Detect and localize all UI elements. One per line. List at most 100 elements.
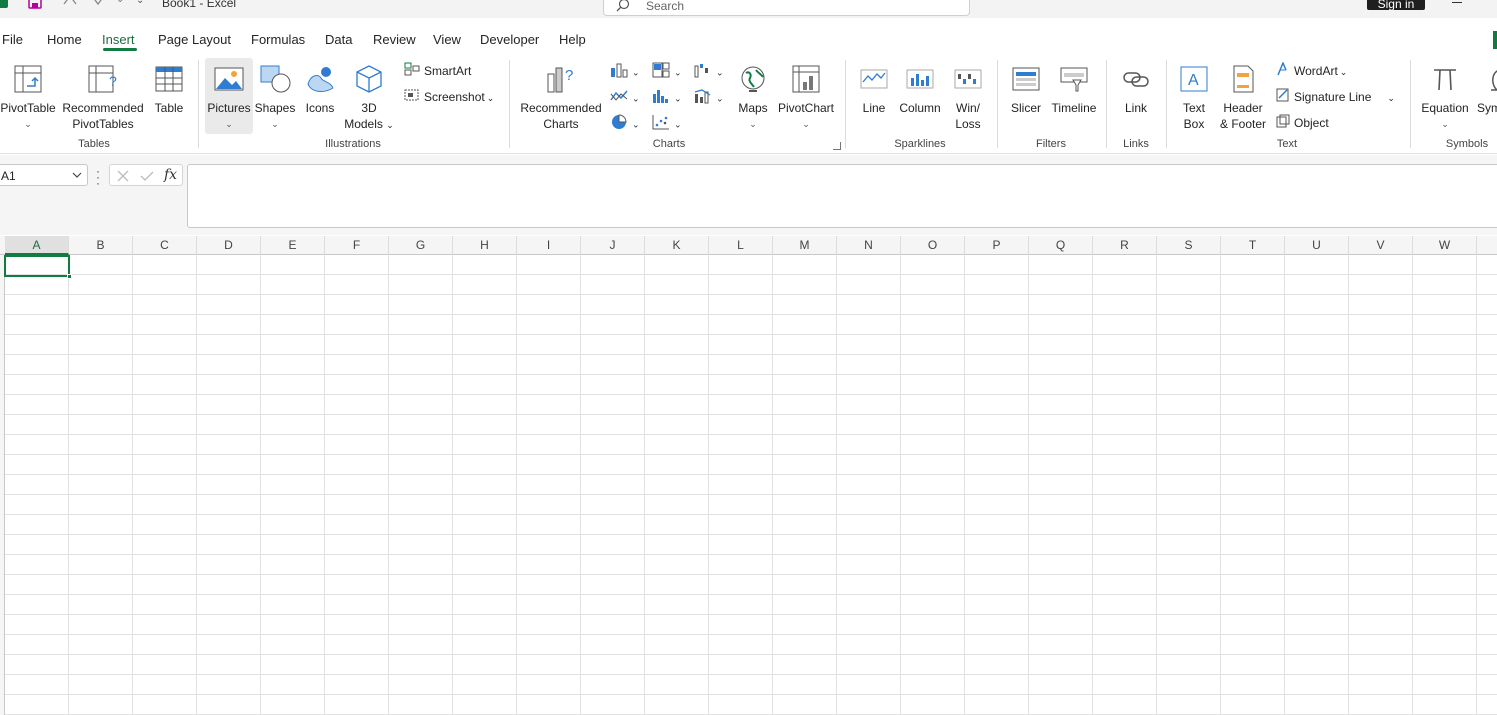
maps-button[interactable]: Maps ⌄ [734, 58, 772, 132]
sparkline-column-button[interactable]: Column [896, 58, 944, 132]
sparkline-line-label: Line [862, 101, 886, 115]
equation-button[interactable]: Equation ⌄ [1418, 58, 1472, 132]
sparkline-winloss-button[interactable]: Win/ Loss [948, 58, 988, 132]
column-header-e[interactable]: E [261, 236, 325, 255]
text-box-label-2: Box [1183, 117, 1205, 131]
column-header-t[interactable]: T [1221, 236, 1285, 255]
column-header-n[interactable]: N [837, 236, 901, 255]
insert-column-chart-button[interactable]: ⌄ [610, 62, 640, 80]
tab-review[interactable]: Review [373, 32, 416, 47]
qat-more-icon[interactable]: ⌄ [116, 0, 124, 5]
column-header-d[interactable]: D [197, 236, 261, 255]
icons-button[interactable]: Icons [300, 58, 340, 132]
redo-icon[interactable] [90, 0, 106, 9]
tab-developer[interactable]: Developer [480, 32, 539, 47]
search-input[interactable]: Search [603, 0, 970, 16]
sparkline-line-button[interactable]: Line [856, 58, 892, 132]
formula-bar-grip-icon[interactable]: · · · [96, 165, 100, 189]
wordart-button[interactable]: WordArt ⌄ [1276, 61, 1348, 80]
cell-grid[interactable] [5, 255, 1497, 715]
column-header-u[interactable]: U [1285, 236, 1349, 255]
column-header-c[interactable]: C [133, 236, 197, 255]
wordart-chevron-icon: ⌄ [1339, 67, 1348, 77]
column-header-q[interactable]: Q [1029, 236, 1093, 255]
tab-page-layout[interactable]: Page Layout [158, 32, 231, 47]
enter-check-icon[interactable] [140, 169, 154, 186]
customize-qat-chevron-icon[interactable]: ⌄ [136, 0, 144, 6]
pivotchart-button[interactable]: PivotChart ⌄ [776, 58, 836, 132]
insert-statistic-chart-button[interactable]: ⌄ [652, 88, 682, 106]
formula-input[interactable] [187, 164, 1497, 228]
save-icon[interactable] [28, 0, 42, 12]
globe-icon [738, 64, 768, 98]
pictures-button[interactable]: Pictures ⌄ [205, 58, 253, 134]
insert-scatter-chart-button[interactable]: ⌄ [652, 114, 682, 132]
column-header-k[interactable]: K [645, 236, 709, 255]
slicer-button[interactable]: Slicer [1006, 58, 1046, 132]
header-footer-button[interactable]: Header & Footer [1216, 58, 1270, 132]
name-box-chevron-icon[interactable] [71, 169, 83, 184]
shapes-button[interactable]: Shapes ⌄ [254, 58, 296, 132]
insert-waterfall-chart-button[interactable]: ⌄ [694, 62, 724, 80]
3d-models-button[interactable]: 3D Models ⌄ [344, 58, 394, 132]
column-header-v[interactable]: V [1349, 236, 1413, 255]
name-box[interactable]: A1 [0, 164, 88, 186]
recommended-charts-button[interactable]: ? Recommended Charts [518, 58, 604, 132]
smartart-icon [404, 62, 420, 81]
tab-view[interactable]: View [433, 32, 461, 47]
signature-line-button[interactable]: Signature Line ⌄ [1276, 88, 1395, 106]
column-header-a[interactable]: A [5, 236, 69, 255]
insert-pie-chart-button[interactable]: ⌄ [610, 114, 640, 132]
comments-button-edge[interactable] [1493, 31, 1497, 49]
recommended-charts-icon: ? [545, 64, 577, 98]
tab-home[interactable]: Home [47, 32, 82, 47]
tab-insert[interactable]: Insert [102, 32, 135, 47]
tab-formulas[interactable]: Formulas [251, 32, 305, 47]
link-button[interactable]: Link [1116, 58, 1156, 132]
column-header-r[interactable]: R [1093, 236, 1157, 255]
sparkline-column-icon [905, 64, 935, 98]
column-header-l[interactable]: L [709, 236, 773, 255]
insert-combo-chart-button[interactable]: ⌄ [694, 88, 724, 106]
column-header-b[interactable]: B [69, 236, 133, 255]
charts-dialog-launcher-icon[interactable] [833, 142, 841, 150]
table-button[interactable]: Table [150, 58, 188, 132]
recommended-pivottables-button[interactable]: ? Recommended PivotTables [60, 58, 146, 132]
tab-help[interactable]: Help [559, 32, 586, 47]
undo-icon[interactable] [62, 0, 78, 9]
group-label-symbols: Symbols [1445, 138, 1489, 150]
sign-in-button[interactable]: Sign in [1367, 0, 1425, 11]
pivottable-button[interactable]: PivotTable ⌄ [0, 58, 56, 132]
timeline-button[interactable]: Timeline [1048, 58, 1100, 132]
insert-hierarchy-chart-button[interactable]: ⌄ [652, 62, 682, 80]
column-header-j[interactable]: J [581, 236, 645, 255]
screenshot-button[interactable]: Screenshot ⌄ [404, 88, 494, 106]
column-header-o[interactable]: O [901, 236, 965, 255]
insert-function-button[interactable]: fx [164, 167, 177, 183]
recommended-pivottables-label-1: Recommended [62, 101, 144, 115]
header-footer-label-1: Header [1223, 101, 1263, 115]
text-box-button[interactable]: A Text Box [1174, 58, 1214, 132]
column-header-s[interactable]: S [1157, 236, 1221, 255]
smartart-button[interactable]: SmartArt [404, 62, 471, 80]
worksheet-grid[interactable]: ABCDEFGHIJKLMNOPQRSTUVW [0, 236, 1497, 715]
tab-file[interactable]: File [2, 32, 23, 47]
tab-data[interactable]: Data [325, 32, 352, 47]
column-header-p[interactable]: P [965, 236, 1029, 255]
column-header-g[interactable]: G [389, 236, 453, 255]
fill-handle[interactable] [67, 274, 72, 279]
column-header-h[interactable]: H [453, 236, 517, 255]
column-header-i[interactable]: I [517, 236, 581, 255]
object-button[interactable]: Object [1276, 114, 1329, 132]
insert-line-chart-button[interactable]: ⌄ [610, 88, 640, 106]
minimize-icon[interactable] [1452, 2, 1462, 3]
column-header-w[interactable]: W [1413, 236, 1477, 255]
column-header-f[interactable]: F [325, 236, 389, 255]
cancel-icon[interactable] [116, 169, 130, 186]
active-cell[interactable] [4, 255, 72, 279]
shapes-chevron-icon: ⌄ [271, 119, 279, 129]
pivottable-label: PivotTable [0, 101, 56, 115]
group-separator [845, 60, 846, 148]
symbol-button[interactable]: Sym [1474, 58, 1497, 132]
column-header-m[interactable]: M [773, 236, 837, 255]
